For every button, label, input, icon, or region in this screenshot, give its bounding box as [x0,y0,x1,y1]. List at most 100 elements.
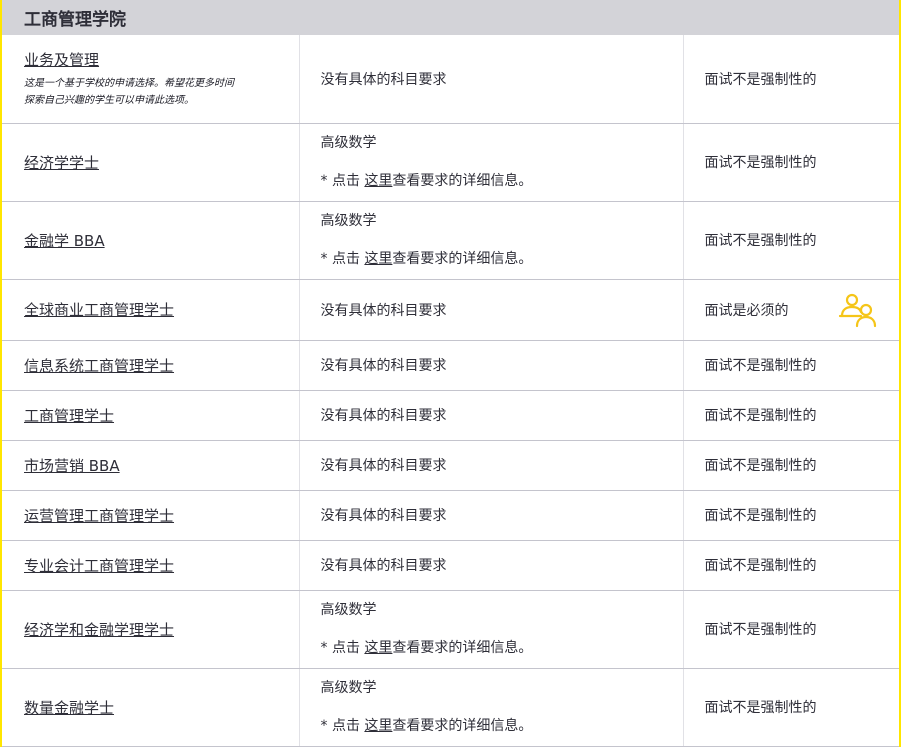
program-cell: 数量金融学士 [2,668,299,747]
interview-text: 面试不是强制性的 [704,508,817,524]
program-link[interactable]: 运营管理工商管理学士 [24,507,174,525]
interview-text: 面试不是强制性的 [704,558,817,574]
table-row: 专业会计工商管理学士 没有具体的科目要求 面试不是强制性的 [2,540,899,591]
program-note: 这是一个基于学校的申请选择。希望花更多时间 探索自己兴趣的学生可以申请此选项。 [24,75,293,109]
program-link[interactable]: 经济学和金融学理学士 [24,621,174,639]
detail-prefix: * 点击 [320,251,365,267]
program-note-line: 探索自己兴趣的学生可以申请此选项。 [24,94,194,106]
table-row: 数量金融学士 高级数学 * 点击 这里查看要求的详细信息。 面试不是强制性的 [2,668,899,747]
detail-suffix: 查看要求的详细信息。 [392,640,533,656]
requirement-cell: 没有具体的科目要求 [298,540,683,591]
detail-link[interactable]: 这里 [364,718,392,734]
program-cell: 经济学和金融学理学士 [2,590,299,669]
program-cell: 市场营销 BBA [2,440,299,491]
detail-link[interactable]: 这里 [364,251,392,267]
program-link[interactable]: 数量金融学士 [24,699,114,717]
program-cell: 运营管理工商管理学士 [2,490,299,541]
interview-text: 面试是必须的 [704,302,789,319]
requirement-text: 没有具体的科目要求 [320,302,447,319]
interview-text: 面试不是强制性的 [704,700,817,716]
requirement-cell: 高级数学 * 点击 这里查看要求的详细信息。 [298,590,683,669]
table-row: 市场营销 BBA 没有具体的科目要求 面试不是强制性的 [2,440,899,491]
requirement-text: 高级数学 [320,135,377,151]
interview-cell: 面试不是强制性的 [682,668,899,747]
interview-text: 面试不是强制性的 [704,233,817,249]
program-cell: 金融学 BBA [2,201,299,280]
program-link[interactable]: 全球商业工商管理学士 [24,301,174,319]
interview-text: 面试不是强制性的 [704,622,817,638]
requirement-text: 高级数学 [320,602,377,618]
table-row: 全球商业工商管理学士 没有具体的科目要求 面试是必须的 [2,279,899,341]
section-title: 工商管理学院 [24,10,126,30]
requirement-detail: * 点击 这里查看要求的详细信息。 [321,716,682,736]
requirement-text: 没有具体的科目要求 [320,458,447,474]
requirement-detail: * 点击 这里查看要求的详细信息。 [321,171,682,191]
detail-link[interactable]: 这里 [364,640,392,656]
table-row: 运营管理工商管理学士 没有具体的科目要求 面试不是强制性的 [2,490,899,541]
table-row: 经济学和金融学理学士 高级数学 * 点击 这里查看要求的详细信息。 面试不是强制… [2,590,899,669]
requirement-text: 高级数学 [320,680,377,696]
requirement-text: 没有具体的科目要求 [320,71,447,88]
interview-cell: 面试不是强制性的 [682,35,899,124]
program-cell: 专业会计工商管理学士 [2,540,299,591]
detail-suffix: 查看要求的详细信息。 [392,173,533,189]
interview-text: 面试不是强制性的 [704,408,817,424]
requirement-cell: 高级数学 * 点击 这里查看要求的详细信息。 [298,668,683,747]
detail-prefix: * 点击 [320,718,365,734]
interview-cell: 面试不是强制性的 [682,201,899,280]
requirement-cell: 没有具体的科目要求 [298,279,683,341]
program-note-line: 这是一个基于学校的申请选择。希望花更多时间 [24,77,234,89]
interview-people-icon [837,292,879,328]
interview-cell: 面试是必须的 [682,279,899,341]
detail-prefix: * 点击 [320,640,365,656]
program-link[interactable]: 市场营销 BBA [24,457,120,475]
requirement-detail: * 点击 这里查看要求的详细信息。 [321,249,682,269]
page-frame: 工商管理学院 业务及管理 这是一个基于学校的申请选择。希望花更多时间 探索自己兴… [0,0,901,747]
requirement-cell: 没有具体的科目要求 [298,35,683,124]
program-link[interactable]: 专业会计工商管理学士 [24,557,174,575]
programs-table: 业务及管理 这是一个基于学校的申请选择。希望花更多时间 探索自己兴趣的学生可以申… [2,35,899,747]
program-cell: 经济学学士 [2,123,299,202]
table-row: 工商管理学士 没有具体的科目要求 面试不是强制性的 [2,390,899,441]
requirement-cell: 高级数学 * 点击 这里查看要求的详细信息。 [298,201,683,280]
table-row: 经济学学士 高级数学 * 点击 这里查看要求的详细信息。 面试不是强制性的 [2,123,899,202]
program-link[interactable]: 金融学 BBA [24,232,105,250]
requirement-cell: 没有具体的科目要求 [298,440,683,491]
requirement-cell: 没有具体的科目要求 [298,390,683,441]
requirement-cell: 没有具体的科目要求 [298,490,683,541]
program-cell: 全球商业工商管理学士 [2,279,299,341]
program-link[interactable]: 经济学学士 [24,154,99,172]
detail-suffix: 查看要求的详细信息。 [392,251,533,267]
detail-prefix: * 点击 [320,173,365,189]
table-row: 业务及管理 这是一个基于学校的申请选择。希望花更多时间 探索自己兴趣的学生可以申… [2,35,899,124]
requirement-text: 没有具体的科目要求 [320,408,447,424]
table-row: 金融学 BBA 高级数学 * 点击 这里查看要求的详细信息。 面试不是强制性的 [2,201,899,280]
section-header: 工商管理学院 [2,0,899,35]
interview-cell: 面试不是强制性的 [682,590,899,669]
program-cell: 信息系统工商管理学士 [2,340,299,391]
table-row: 信息系统工商管理学士 没有具体的科目要求 面试不是强制性的 [2,340,899,391]
interview-cell: 面试不是强制性的 [682,123,899,202]
program-link[interactable]: 工商管理学士 [24,407,114,425]
program-link[interactable]: 业务及管理 [24,51,99,69]
requirement-text: 高级数学 [320,213,377,229]
program-link[interactable]: 信息系统工商管理学士 [24,357,174,375]
requirement-text: 没有具体的科目要求 [320,508,447,524]
detail-link[interactable]: 这里 [364,173,392,189]
requirement-detail: * 点击 这里查看要求的详细信息。 [321,638,682,658]
interview-cell: 面试不是强制性的 [682,390,899,441]
program-cell: 工商管理学士 [2,390,299,441]
interview-text: 面试不是强制性的 [704,155,817,171]
interview-text: 面试不是强制性的 [704,71,817,88]
requirement-text: 没有具体的科目要求 [320,558,447,574]
interview-text: 面试不是强制性的 [704,458,817,474]
requirement-cell: 没有具体的科目要求 [298,340,683,391]
interview-cell: 面试不是强制性的 [682,340,899,391]
program-cell: 业务及管理 这是一个基于学校的申请选择。希望花更多时间 探索自己兴趣的学生可以申… [2,35,299,124]
detail-suffix: 查看要求的详细信息。 [392,718,533,734]
interview-cell: 面试不是强制性的 [682,540,899,591]
interview-cell: 面试不是强制性的 [682,490,899,541]
requirement-text: 没有具体的科目要求 [320,358,447,374]
interview-cell: 面试不是强制性的 [682,440,899,491]
interview-text: 面试不是强制性的 [704,358,817,374]
